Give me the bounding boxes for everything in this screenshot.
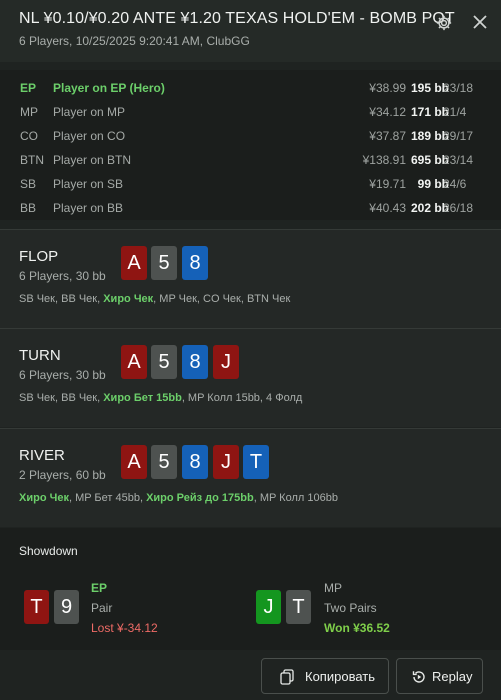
header: NL ¥0.10/¥0.20 ANTE ¥1.20 TEXAS HOLD'EM … bbox=[0, 0, 501, 62]
board-card: J bbox=[213, 445, 239, 479]
copy-label: Копировать bbox=[305, 669, 375, 684]
player-position: EP bbox=[20, 81, 37, 95]
action-text: , MP Колл 106bb bbox=[253, 492, 338, 504]
hole-card: J bbox=[256, 590, 281, 624]
street-river: RIVER 2 Players, 60 bb A 5 8 J T Хиро Че… bbox=[0, 428, 501, 527]
showdown-hand-rank: Pair bbox=[91, 601, 113, 615]
board-card: T bbox=[243, 445, 269, 479]
hero-action-text: Хиро Рейз до 175bb bbox=[146, 492, 254, 504]
player-name: Player on BTN bbox=[53, 153, 132, 167]
copy-icon bbox=[280, 669, 294, 685]
board-card: 5 bbox=[151, 345, 177, 379]
action-text: , MP Бет 45bb, bbox=[68, 492, 147, 504]
showdown-position: MP bbox=[324, 581, 342, 595]
player-position: BTN bbox=[20, 153, 44, 167]
player-stats: 26/18 bbox=[443, 201, 474, 215]
street-turn: TURN 6 Players, 30 bb A 5 8 J SB Чек, BB… bbox=[0, 328, 501, 427]
player-row: SB Player on SB ¥19.71 99 bb 24/6 bbox=[0, 174, 501, 194]
player-stack-money: ¥138.91 bbox=[362, 153, 406, 167]
board-card: A bbox=[121, 345, 147, 379]
board-card: 5 bbox=[151, 445, 177, 479]
player-stack-money: ¥19.71 bbox=[369, 177, 406, 191]
street-actions: SB Чек, BB Чек, Хиро Бет 15bb, MP Колл 1… bbox=[19, 392, 302, 404]
close-icon[interactable] bbox=[470, 12, 490, 32]
hero-action-text: Хиро Чек bbox=[103, 293, 154, 305]
player-position: SB bbox=[20, 177, 37, 191]
street-flop: FLOP 6 Players, 30 bb A 5 8 SB Чек, BB Ч… bbox=[0, 229, 501, 328]
showdown-hand-rank: Two Pairs bbox=[324, 601, 377, 615]
replay-label: Replay bbox=[432, 669, 473, 684]
replay-button[interactable]: Replay bbox=[396, 658, 483, 694]
player-name: Player on CO bbox=[53, 129, 126, 143]
player-stats: 29/17 bbox=[443, 129, 474, 143]
action-text: , MP Чек, CO Чек, BTN Чек bbox=[153, 293, 291, 305]
hole-card: 9 bbox=[54, 590, 79, 624]
hand-subtitle: 6 Players, 10/25/2025 9:20:41 AM, ClubGG bbox=[19, 34, 250, 48]
showdown-position: EP bbox=[91, 581, 108, 595]
street-name: TURN bbox=[19, 347, 61, 364]
player-name: Player on BB bbox=[53, 201, 124, 215]
street-info: 6 Players, 30 bb bbox=[19, 269, 106, 283]
action-text: , MP Колл 15bb, 4 Фолд bbox=[181, 392, 303, 404]
board-card: J bbox=[213, 345, 239, 379]
player-position: MP bbox=[20, 105, 38, 119]
player-stats: 24/6 bbox=[443, 177, 467, 191]
showdown-panel: Showdown T 9 EP Pair Lost ¥-34.12 J T MP… bbox=[0, 528, 501, 650]
hole-card: T bbox=[286, 590, 311, 624]
player-row: BTN Player on BTN ¥138.91 695 bb 23/14 bbox=[0, 150, 501, 170]
board-card: 8 bbox=[182, 445, 208, 479]
player-row: EP Player on EP (Hero) ¥38.99 195 bb 23/… bbox=[0, 78, 501, 98]
street-actions: Хиро Чек, MP Бет 45bb, Хиро Рейз до 175b… bbox=[19, 492, 338, 504]
player-stats: 23/18 bbox=[443, 81, 474, 95]
street-info: 2 Players, 60 bb bbox=[19, 468, 106, 482]
player-name: Player on EP (Hero) bbox=[53, 81, 165, 95]
player-stack-money: ¥37.87 bbox=[369, 129, 406, 143]
showdown-result: Won ¥36.52 bbox=[324, 621, 390, 635]
players-list: EP Player on EP (Hero) ¥38.99 195 bb 23/… bbox=[0, 70, 501, 220]
action-text: SB Чек, BB Чек, bbox=[19, 293, 104, 305]
player-stats: 21/4 bbox=[443, 105, 467, 119]
street-name: FLOP bbox=[19, 248, 59, 265]
gear-icon[interactable] bbox=[435, 14, 453, 32]
copy-button[interactable]: Копировать bbox=[261, 658, 389, 694]
board-card: 5 bbox=[151, 246, 177, 280]
hole-card: T bbox=[24, 590, 49, 624]
street-name: RIVER bbox=[19, 447, 65, 464]
player-name: Player on SB bbox=[53, 177, 124, 191]
board-card: A bbox=[121, 246, 147, 280]
replay-icon bbox=[412, 671, 425, 683]
player-row: BB Player on BB ¥40.43 202 bb 26/18 bbox=[0, 198, 501, 218]
player-position: CO bbox=[20, 129, 38, 143]
showdown-title: Showdown bbox=[19, 544, 78, 558]
player-stats: 23/14 bbox=[443, 153, 474, 167]
board-card: 8 bbox=[182, 246, 208, 280]
player-row: MP Player on MP ¥34.12 171 bb 21/4 bbox=[0, 102, 501, 122]
player-name: Player on MP bbox=[53, 105, 126, 119]
board-card: 8 bbox=[182, 345, 208, 379]
player-stack-money: ¥40.43 bbox=[369, 201, 406, 215]
street-info: 6 Players, 30 bb bbox=[19, 368, 106, 382]
street-actions: SB Чек, BB Чек, Хиро Чек, MP Чек, CO Чек… bbox=[19, 293, 290, 305]
player-stack-money: ¥34.12 bbox=[369, 105, 406, 119]
footer: Копировать Replay bbox=[0, 650, 501, 700]
board-card: A bbox=[121, 445, 147, 479]
action-text: SB Чек, BB Чек, bbox=[19, 392, 104, 404]
hero-action-text: Хиро Чек bbox=[19, 492, 69, 504]
player-stack-money: ¥38.99 bbox=[369, 81, 406, 95]
hand-title: NL ¥0.10/¥0.20 ANTE ¥1.20 TEXAS HOLD'EM … bbox=[19, 10, 455, 27]
player-row: CO Player on CO ¥37.87 189 bb 29/17 bbox=[0, 126, 501, 146]
hero-action-text: Хиро Бет 15bb bbox=[103, 392, 182, 404]
showdown-result: Lost ¥-34.12 bbox=[91, 621, 158, 635]
player-position: BB bbox=[20, 201, 37, 215]
